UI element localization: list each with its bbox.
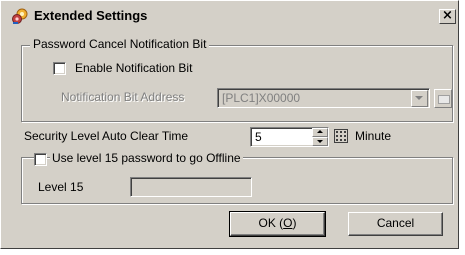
security-level-value: 5 xyxy=(255,130,262,144)
level15-label: Level 15 xyxy=(38,180,84,194)
close-icon: × xyxy=(442,8,453,23)
calculator-icon[interactable] xyxy=(334,129,348,143)
spinner-down-button[interactable] xyxy=(312,137,328,146)
level15-input xyxy=(130,177,252,197)
settings-gear-icon xyxy=(11,7,29,25)
security-unit-label: Minute xyxy=(355,129,392,143)
notification-address-combo: [PLC1]X00000 xyxy=(217,88,430,108)
security-level-spinner[interactable] xyxy=(312,128,328,146)
chevron-down-icon xyxy=(317,140,323,143)
enable-notification-checkbox[interactable] xyxy=(53,62,66,75)
chevron-down-icon xyxy=(415,96,423,100)
keypad-icon xyxy=(438,95,450,104)
password-cancel-group xyxy=(21,45,453,122)
ok-mnemonic: O xyxy=(283,216,293,230)
address-dropdown-button[interactable] xyxy=(411,90,428,107)
use-level15-checkbox[interactable] xyxy=(34,153,47,166)
notification-address-value: [PLC1]X00000 xyxy=(222,91,301,105)
chevron-up-icon xyxy=(317,130,323,133)
security-level-label: Security Level Auto Clear Time xyxy=(24,129,189,143)
enable-notification-label[interactable]: Enable Notification Bit xyxy=(75,61,192,75)
use-level15-label[interactable]: Use level 15 password to go Offline xyxy=(50,151,243,165)
close-button[interactable]: × xyxy=(439,9,456,24)
notification-address-label: Notification Bit Address xyxy=(61,90,185,104)
password-cancel-legend: Password Cancel Notification Bit xyxy=(30,37,210,51)
window-title: Extended Settings xyxy=(34,8,148,23)
title-bar: Extended Settings × xyxy=(1,1,458,29)
ok-suffix: ) xyxy=(292,216,297,230)
spinner-up-button[interactable] xyxy=(312,128,328,137)
address-picker-button[interactable] xyxy=(434,89,452,108)
extended-settings-dialog: Extended Settings × Password Cancel Noti… xyxy=(0,0,459,249)
cancel-label: Cancel xyxy=(376,216,415,230)
cancel-button[interactable]: Cancel xyxy=(348,212,443,236)
ok-button[interactable]: OK (O) xyxy=(229,211,326,237)
ok-label: OK ( xyxy=(258,216,284,230)
